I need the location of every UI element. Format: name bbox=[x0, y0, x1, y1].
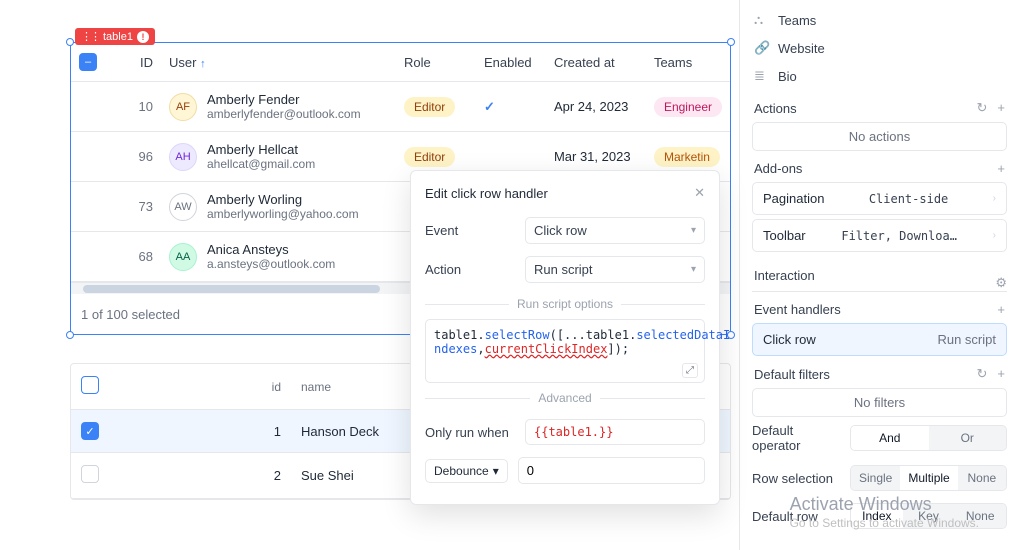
chevron-down-icon: ▾ bbox=[691, 264, 696, 275]
col-id[interactable]: ID bbox=[111, 43, 161, 82]
section-event-handlers: Event handlers bbox=[754, 302, 841, 317]
col-created[interactable]: Created at bbox=[546, 43, 646, 82]
sort-asc-icon: ↑ bbox=[200, 58, 206, 70]
row-checkbox[interactable] bbox=[81, 465, 99, 483]
chevron-right-icon: › bbox=[993, 193, 996, 204]
only-run-input[interactable]: {{table1.}} bbox=[525, 419, 705, 445]
selection-status: 1 of 100 selected bbox=[81, 307, 180, 322]
component-tag[interactable]: ⋮⋮ table1 ! bbox=[75, 28, 155, 45]
avatar: AF bbox=[169, 93, 197, 121]
label-only-run: Only run when bbox=[425, 425, 515, 440]
col-teams[interactable]: Teams bbox=[646, 43, 730, 82]
label-default-operator: Default operator bbox=[752, 423, 842, 453]
close-icon[interactable]: ✕ bbox=[694, 185, 705, 201]
row-checkbox[interactable]: ✓ bbox=[81, 422, 99, 440]
check-icon: ✓ bbox=[484, 99, 495, 114]
avatar: AH bbox=[169, 143, 197, 171]
chevron-down-icon: ▾ bbox=[691, 225, 696, 236]
warning-icon: ! bbox=[137, 31, 149, 43]
expand-icon[interactable]: ⤢ bbox=[682, 363, 698, 378]
chevron-right-icon: › bbox=[993, 230, 996, 241]
divider-advanced: Advanced bbox=[425, 391, 705, 405]
section-actions: Actions bbox=[754, 101, 797, 116]
role-badge: Editor bbox=[404, 147, 455, 167]
event-handler-row[interactable]: Click rowRun script bbox=[752, 323, 1007, 356]
debounce-input[interactable] bbox=[518, 457, 705, 484]
col-id[interactable]: id bbox=[111, 364, 291, 410]
scrollbar-thumb[interactable] bbox=[83, 285, 380, 293]
action-select[interactable]: Run script▾ bbox=[525, 256, 705, 283]
team-badge: Engineer bbox=[654, 97, 722, 117]
table-row[interactable]: 10 AF Amberly Fenderamberlyfender@outloo… bbox=[71, 82, 730, 132]
reset-icon[interactable]: ↻ bbox=[977, 100, 988, 116]
section-interaction: Interaction bbox=[754, 268, 815, 283]
no-actions[interactable]: No actions bbox=[752, 122, 1007, 151]
property-website[interactable]: 🔗Website bbox=[752, 34, 1007, 62]
col-role[interactable]: Role bbox=[396, 43, 476, 82]
text-icon: ≣ bbox=[754, 68, 770, 84]
event-select[interactable]: Click row▾ bbox=[525, 217, 705, 244]
settings-icon[interactable]: ⚙ bbox=[995, 275, 1007, 291]
addon-toolbar[interactable]: ToolbarFilter, Downloa…› bbox=[752, 219, 1007, 252]
avatar: AA bbox=[169, 243, 197, 271]
col-enabled[interactable]: Enabled bbox=[476, 43, 546, 82]
divider-script-options: Run script options bbox=[425, 297, 705, 311]
drag-grip-icon: ⋮⋮ bbox=[81, 30, 99, 43]
row-selection-toggle[interactable]: Single Multiple None bbox=[850, 465, 1007, 491]
section-addons: Add-ons bbox=[754, 161, 802, 176]
default-row-toggle[interactable]: Index Key None bbox=[850, 503, 1007, 529]
add-filter-icon[interactable]: + bbox=[997, 366, 1005, 382]
property-bio[interactable]: ≣Bio bbox=[752, 62, 1007, 90]
section-default-filters: Default filters bbox=[754, 367, 830, 382]
add-addon-icon[interactable]: + bbox=[997, 161, 1005, 176]
link-icon: 🔗 bbox=[754, 40, 770, 56]
label-action: Action bbox=[425, 262, 515, 277]
popover-title: Edit click row handler bbox=[425, 186, 548, 201]
resize-handle[interactable] bbox=[66, 331, 74, 339]
label-event: Event bbox=[425, 223, 515, 238]
reset-icon[interactable]: ↻ bbox=[977, 366, 988, 382]
label-row-selection: Row selection bbox=[752, 471, 842, 486]
teams-icon: ⛬ bbox=[754, 12, 770, 28]
resize-handle[interactable] bbox=[727, 38, 735, 46]
select-all-checkbox[interactable] bbox=[81, 376, 99, 394]
add-handler-icon[interactable]: + bbox=[997, 302, 1005, 317]
col-user[interactable]: User ↑ bbox=[161, 43, 396, 82]
inspector-panel: ⛬Teams 🔗Website ≣Bio Actions ↻ + No action… bbox=[739, 0, 1019, 550]
addon-pagination[interactable]: PaginationClient-side› bbox=[752, 182, 1007, 215]
add-action-icon[interactable]: + bbox=[997, 100, 1005, 116]
property-teams[interactable]: ⛬Teams bbox=[752, 6, 1007, 34]
team-badge: Marketin bbox=[654, 147, 720, 167]
debounce-select[interactable]: Debounce▾ bbox=[425, 459, 508, 483]
no-filters[interactable]: No filters bbox=[752, 388, 1007, 417]
role-badge: Editor bbox=[404, 97, 455, 117]
select-all-checkbox[interactable]: – bbox=[79, 53, 97, 71]
operator-toggle[interactable]: And Or bbox=[850, 425, 1007, 451]
component-tag-label: table1 bbox=[103, 31, 133, 43]
resize-handle[interactable] bbox=[66, 38, 74, 46]
label-default-row: Default row bbox=[752, 509, 842, 524]
avatar: AW bbox=[169, 193, 197, 221]
edit-handler-popover: Edit click row handler ✕ Event Click row… bbox=[410, 170, 720, 505]
script-editor[interactable]: table1.selectRow([...table1.selectedData… bbox=[425, 319, 705, 383]
chevron-down-icon: ▾ bbox=[493, 464, 499, 478]
